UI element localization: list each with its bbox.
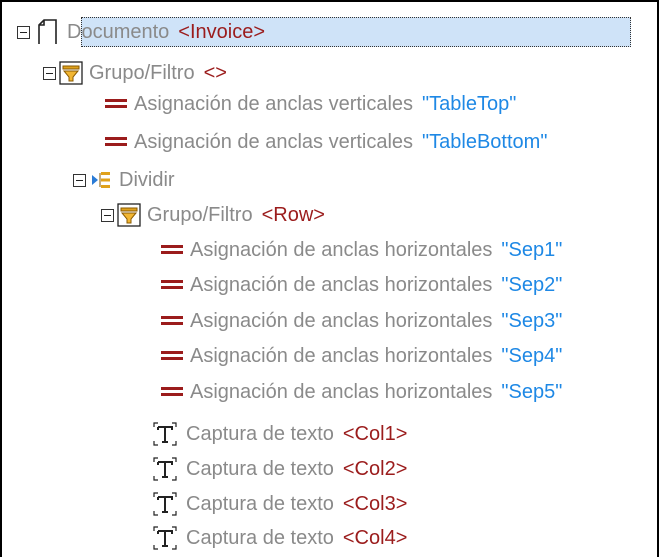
node-label: Captura de texto bbox=[186, 526, 334, 549]
node-label: Asignación de anclas horizontales bbox=[190, 273, 493, 296]
tree-node-document[interactable]: Documento <Invoice> bbox=[17, 16, 265, 48]
node-label: Asignación de anclas horizontales bbox=[190, 344, 493, 367]
tree-node-vertical-anchor[interactable]: Asignación de anclas verticales "TableBo… bbox=[104, 126, 547, 158]
node-tag: <> bbox=[203, 61, 227, 84]
assign-equals-icon bbox=[160, 273, 184, 297]
filter-icon bbox=[117, 203, 141, 227]
node-label: Asignación de anclas horizontales bbox=[190, 309, 493, 332]
collapse-toggle[interactable] bbox=[17, 25, 30, 39]
collapse-toggle[interactable] bbox=[101, 208, 114, 222]
node-value: "Sep3" bbox=[501, 309, 563, 332]
node-value: "TableBottom" bbox=[422, 130, 548, 153]
split-icon bbox=[89, 168, 113, 192]
filter-icon bbox=[59, 61, 83, 85]
node-value: "Sep4" bbox=[501, 344, 563, 367]
node-label: Documento bbox=[67, 20, 170, 43]
node-label: Grupo/Filtro bbox=[147, 203, 253, 226]
node-value: "Sep1" bbox=[501, 238, 563, 261]
node-label: Grupo/Filtro bbox=[89, 61, 195, 84]
tree-node-text-capture[interactable]: Captura de texto <Col3> bbox=[150, 488, 407, 520]
node-value: "TableTop" bbox=[422, 92, 517, 115]
tree-node-filter[interactable]: Grupo/Filtro <> bbox=[43, 57, 227, 89]
node-value: "Sep2" bbox=[501, 273, 563, 296]
document-icon bbox=[35, 19, 59, 44]
node-label: Captura de texto bbox=[186, 422, 334, 445]
node-tag: <Col4> bbox=[342, 526, 408, 549]
assign-equals-icon bbox=[104, 92, 128, 116]
tree-node-text-capture[interactable]: Captura de texto <Col1> bbox=[150, 418, 407, 450]
collapse-toggle[interactable] bbox=[43, 66, 56, 80]
assign-equals-icon bbox=[160, 344, 184, 368]
tree-node-vertical-anchor[interactable]: Asignación de anclas verticales "TableTo… bbox=[104, 88, 516, 120]
tree-node-horizontal-anchor[interactable]: Asignación de anclas horizontales "Sep2" bbox=[160, 269, 562, 301]
text-capture-icon bbox=[150, 422, 180, 446]
collapse-toggle[interactable] bbox=[73, 173, 86, 187]
tree-node-horizontal-anchor[interactable]: Asignación de anclas horizontales "Sep3" bbox=[160, 305, 562, 337]
assign-equals-icon bbox=[160, 238, 184, 262]
node-label: Captura de texto bbox=[186, 492, 334, 515]
tree-node-text-capture[interactable]: Captura de texto <Col4> bbox=[150, 522, 407, 554]
node-value: "Sep5" bbox=[501, 380, 563, 403]
node-label: Dividir bbox=[119, 168, 175, 191]
tree-node-filter[interactable]: Grupo/Filtro <Row> bbox=[101, 199, 325, 231]
tree-node-horizontal-anchor[interactable]: Asignación de anclas horizontales "Sep1" bbox=[160, 234, 562, 266]
node-label: Asignación de anclas verticales bbox=[134, 92, 414, 115]
assign-equals-icon bbox=[104, 130, 128, 154]
node-label: Captura de texto bbox=[186, 457, 334, 480]
tree-node-horizontal-anchor[interactable]: Asignación de anclas horizontales "Sep4" bbox=[160, 340, 562, 372]
tree-node-text-capture[interactable]: Captura de texto <Col2> bbox=[150, 453, 407, 485]
node-tag: <Col2> bbox=[342, 457, 408, 480]
node-tag: <Col1> bbox=[342, 422, 408, 445]
node-label: Asignación de anclas horizontales bbox=[190, 380, 493, 403]
node-tag: <Row> bbox=[261, 203, 325, 226]
assign-equals-icon bbox=[160, 380, 184, 404]
text-capture-icon bbox=[150, 526, 180, 550]
node-tag: <Invoice> bbox=[178, 20, 266, 43]
tree-node-split[interactable]: Dividir bbox=[73, 164, 175, 196]
text-capture-icon bbox=[150, 457, 180, 481]
text-capture-icon bbox=[150, 492, 180, 516]
tree-node-horizontal-anchor[interactable]: Asignación de anclas horizontales "Sep5" bbox=[160, 376, 562, 408]
node-label: Asignación de anclas horizontales bbox=[190, 238, 493, 261]
assign-equals-icon bbox=[160, 309, 184, 333]
node-label: Asignación de anclas verticales bbox=[134, 130, 414, 153]
node-tag: <Col3> bbox=[342, 492, 408, 515]
